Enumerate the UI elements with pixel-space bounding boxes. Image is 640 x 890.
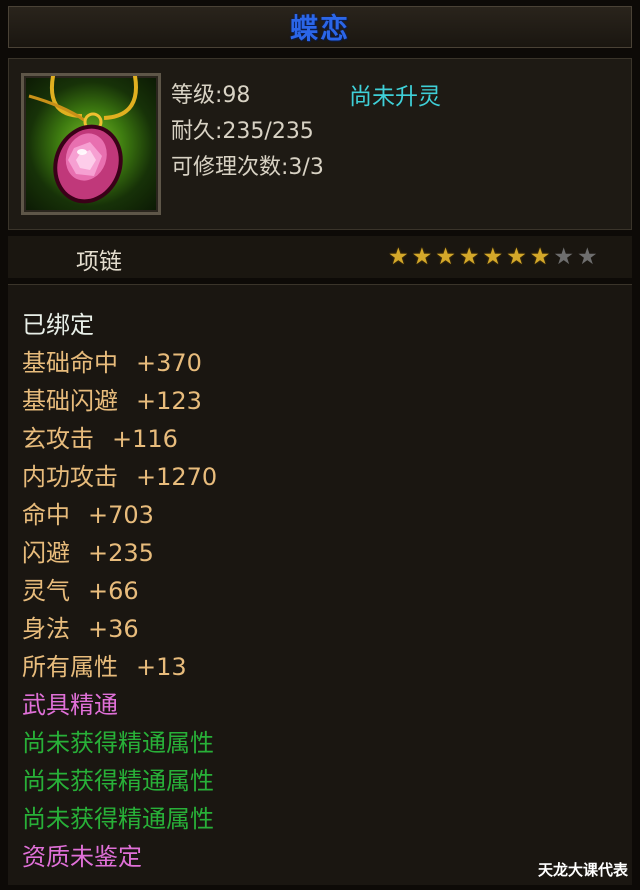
mastery-line: 尚未获得精通属性 <box>22 767 214 795</box>
stat-name: 灵气 <box>22 577 70 605</box>
stat-name: 闪避 <box>22 539 70 567</box>
mastery-line: 尚未获得精通属性 <box>22 805 214 833</box>
stat-value: +13 <box>136 653 187 681</box>
item-type: 项链 <box>76 249 122 275</box>
star-icon: ★ <box>411 244 433 270</box>
item-level: 等级:98 <box>171 83 251 108</box>
stat-value: +116 <box>112 425 178 453</box>
star-icon: ★ <box>553 244 574 270</box>
stat-row: 基础命中 +370 <box>22 343 202 378</box>
watermark: 天龙大课代表 <box>537 861 628 879</box>
stat-row: 闪避 +235 <box>22 533 154 568</box>
stat-value: +235 <box>88 539 154 567</box>
bound-status: 已绑定 <box>22 311 94 339</box>
stat-row: 玄攻击 +116 <box>22 419 178 454</box>
stat-value: +36 <box>88 615 139 643</box>
star-icon: ★ <box>506 244 527 270</box>
star-icon: ★ <box>577 244 598 270</box>
stat-row: 所有属性 +13 <box>22 647 187 682</box>
star-rating: ★ ★ ★ ★ ★ ★ ★ ★ ★ <box>388 244 598 270</box>
stat-value: +370 <box>136 349 202 377</box>
stat-row: 命中 +703 <box>22 495 154 530</box>
stat-name: 基础命中 <box>22 349 118 377</box>
stat-value: +703 <box>88 501 154 529</box>
stat-row: 灵气 +66 <box>22 571 139 606</box>
item-name: 蝶恋 <box>289 12 350 45</box>
quality-status: 资质未鉴定 <box>22 843 142 871</box>
attribute-panel: 已绑定 基础命中 +370 基础闪避 +123 玄攻击 +116 内功攻击 +1270 … <box>8 284 632 885</box>
mastery-title: 武具精通 <box>22 691 118 719</box>
stat-value: +66 <box>88 577 139 605</box>
upgrade-status: 尚未升灵 <box>349 84 441 110</box>
stat-name: 命中 <box>22 501 70 529</box>
stat-name: 身法 <box>22 615 70 643</box>
stat-value: +123 <box>136 387 202 415</box>
stat-row: 内功攻击 +1270 <box>22 457 217 492</box>
stat-name: 内功攻击 <box>22 463 118 491</box>
stat-row: 身法 +36 <box>22 609 139 644</box>
gem-necklace-icon <box>21 73 161 215</box>
stat-value: +1270 <box>136 463 218 491</box>
stat-name: 玄攻击 <box>22 425 94 453</box>
stat-name: 所有属性 <box>22 653 118 681</box>
item-title-bar: 蝶恋 <box>8 6 632 48</box>
stat-name: 基础闪避 <box>22 387 118 415</box>
item-type-bar: 项链 ★ ★ ★ ★ ★ ★ ★ ★ ★ <box>8 236 632 278</box>
item-durability: 耐久:235/235 <box>171 119 314 144</box>
star-icon: ★ <box>529 244 551 270</box>
star-icon: ★ <box>458 244 480 270</box>
item-info-panel: 等级:98 尚未升灵 耐久:235/235 可修理次数:3/3 <box>8 58 632 230</box>
star-icon: ★ <box>435 244 456 270</box>
star-icon: ★ <box>388 244 409 270</box>
item-repair-count: 可修理次数:3/3 <box>171 155 324 180</box>
stat-row: 基础闪避 +123 <box>22 381 202 416</box>
star-icon: ★ <box>482 244 504 270</box>
mastery-line: 尚未获得精通属性 <box>22 729 214 757</box>
